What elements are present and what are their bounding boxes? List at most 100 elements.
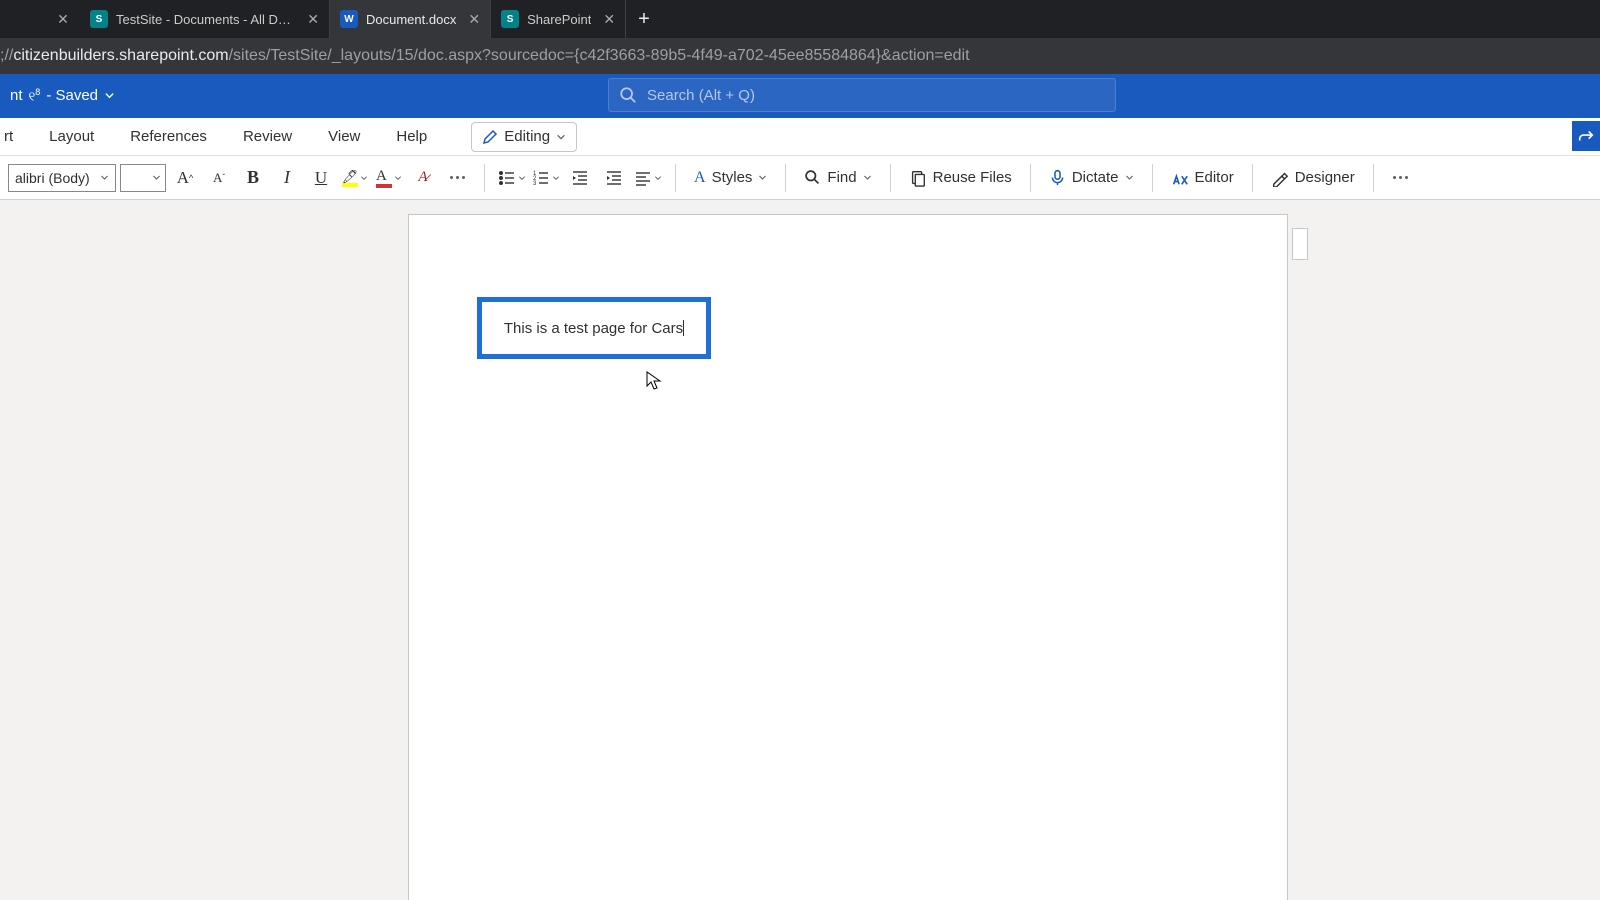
chevron-down-icon — [104, 90, 115, 101]
bullet-list-icon — [498, 169, 516, 187]
docname-tail: nt — [10, 87, 23, 104]
text-box[interactable]: This is a test page for Cars — [477, 297, 711, 359]
browser-tab-1[interactable]: W Document.docx ✕ — [330, 0, 491, 38]
italic-button[interactable]: I — [272, 163, 302, 193]
editor-button[interactable]: Editor — [1165, 163, 1240, 193]
highlight-button[interactable]: 🖊 — [340, 163, 370, 193]
font-color-button[interactable]: A — [374, 163, 404, 193]
chevron-down-icon — [556, 132, 566, 142]
chevron-down-icon — [360, 174, 368, 182]
designer-label: Designer — [1295, 169, 1355, 186]
search-placeholder: Search (Alt + Q) — [647, 87, 755, 104]
bold-button[interactable]: B — [238, 163, 268, 193]
number-list-icon: 123 — [532, 169, 550, 187]
close-icon[interactable]: ✕ — [468, 11, 480, 28]
align-icon — [634, 169, 652, 187]
editing-mode-button[interactable]: Editing — [471, 122, 577, 152]
tab-title: TestSite - Documents - All Docum — [116, 12, 295, 27]
browser-tab-strip: ✕ S TestSite - Documents - All Docum ✕ W… — [0, 0, 1600, 38]
chevron-down-icon — [394, 174, 402, 182]
saved-label: - Saved — [46, 87, 98, 104]
textbox-text: This is a test page for Cars — [504, 320, 683, 337]
chevron-down-icon — [758, 173, 767, 182]
address-bar[interactable]: ;//citizenbuilders.sharepoint.com/sites/… — [0, 38, 1600, 74]
clear-format-button[interactable]: A̷ — [408, 163, 438, 193]
close-icon[interactable]: ✕ — [57, 11, 69, 28]
ribbon-tab-help[interactable]: Help — [392, 120, 431, 153]
mic-icon — [1049, 169, 1066, 186]
shrink-font-button[interactable]: Aˇ — [204, 163, 234, 193]
grow-font-button[interactable]: A^ — [170, 163, 200, 193]
text-caret — [683, 320, 684, 336]
divider — [1152, 164, 1153, 192]
browser-tab-0[interactable]: S TestSite - Documents - All Docum ✕ — [80, 0, 330, 38]
divider — [675, 164, 676, 192]
ribbon-toolbar: alibri (Body) A^ Aˇ B I U 🖊 A A̷ 123 A — [0, 156, 1600, 200]
search-icon — [804, 169, 821, 186]
tab-title: SharePoint — [527, 12, 591, 27]
people-icon: ୧8 — [29, 87, 41, 104]
chevron-down-icon — [1125, 173, 1134, 182]
editor-icon — [1171, 169, 1189, 187]
editing-label: Editing — [504, 128, 550, 145]
bullet-list-button[interactable] — [497, 163, 527, 193]
font-name-select[interactable]: alibri (Body) — [8, 164, 116, 192]
divider — [1373, 164, 1374, 192]
close-icon[interactable]: ✕ — [307, 11, 319, 28]
chevron-down-icon — [654, 174, 662, 182]
tab-title: Document.docx — [366, 12, 456, 27]
document-status[interactable]: nt ୧8 - Saved — [10, 87, 115, 104]
favicon-sharepoint: S — [90, 10, 108, 28]
ribbon-tab-references[interactable]: References — [126, 120, 211, 153]
styles-label: Styles — [712, 169, 753, 186]
share-button[interactable] — [1572, 121, 1600, 151]
more-font-button[interactable] — [442, 163, 472, 193]
more-icon — [450, 176, 465, 179]
dictate-button[interactable]: Dictate — [1043, 163, 1140, 193]
ribbon-tab-review[interactable]: Review — [239, 120, 296, 153]
ribbon-tab-insert[interactable]: rt — [0, 120, 17, 153]
page-side-handle[interactable] — [1292, 228, 1308, 260]
editor-label: Editor — [1195, 169, 1234, 186]
ribbon-tab-layout[interactable]: Layout — [45, 120, 98, 153]
divider — [785, 164, 786, 192]
designer-button[interactable]: Designer — [1265, 163, 1361, 193]
outdent-button[interactable] — [565, 163, 595, 193]
mouse-cursor-icon — [646, 371, 662, 391]
font-size-select[interactable] — [120, 164, 166, 192]
indent-button[interactable] — [599, 163, 629, 193]
align-button[interactable] — [633, 163, 663, 193]
styles-button[interactable]: A Styles — [688, 163, 773, 193]
url-scheme: ;// — [0, 47, 13, 64]
font-color-icon: A — [376, 167, 392, 188]
divider — [1030, 164, 1031, 192]
designer-icon — [1271, 169, 1289, 187]
styles-icon: A — [694, 169, 706, 187]
number-list-button[interactable]: 123 — [531, 163, 561, 193]
dictate-label: Dictate — [1072, 169, 1119, 186]
ribbon-tab-row: rt Layout References Review View Help Ed… — [0, 118, 1600, 156]
outdent-icon — [571, 169, 589, 187]
indent-icon — [605, 169, 623, 187]
ribbon-tab-view[interactable]: View — [324, 120, 364, 153]
favicon-word: W — [340, 10, 358, 28]
find-button[interactable]: Find — [798, 163, 877, 193]
document-page[interactable]: This is a test page for Cars — [408, 214, 1288, 900]
chevron-down-icon — [552, 174, 560, 182]
font-name-value: alibri (Body) — [15, 170, 90, 186]
search-input[interactable]: Search (Alt + Q) — [608, 78, 1116, 112]
underline-button[interactable]: U — [306, 163, 336, 193]
chevron-down-icon — [100, 173, 109, 182]
document-canvas[interactable]: This is a test page for Cars — [0, 200, 1600, 900]
search-icon — [619, 86, 637, 104]
close-icon[interactable]: ✕ — [603, 11, 615, 28]
clear-format-icon: A̷ — [418, 169, 427, 186]
chevron-down-icon — [863, 173, 872, 182]
url-host: citizenbuilders.sharepoint.com — [13, 47, 228, 64]
new-tab-button[interactable]: + — [626, 8, 662, 31]
tab-close-slot: ✕ — [40, 0, 80, 38]
find-label: Find — [827, 169, 856, 186]
more-ribbon-button[interactable] — [1386, 163, 1416, 193]
reuse-files-button[interactable]: Reuse Files — [903, 163, 1018, 193]
browser-tab-2[interactable]: S SharePoint ✕ — [491, 0, 626, 38]
